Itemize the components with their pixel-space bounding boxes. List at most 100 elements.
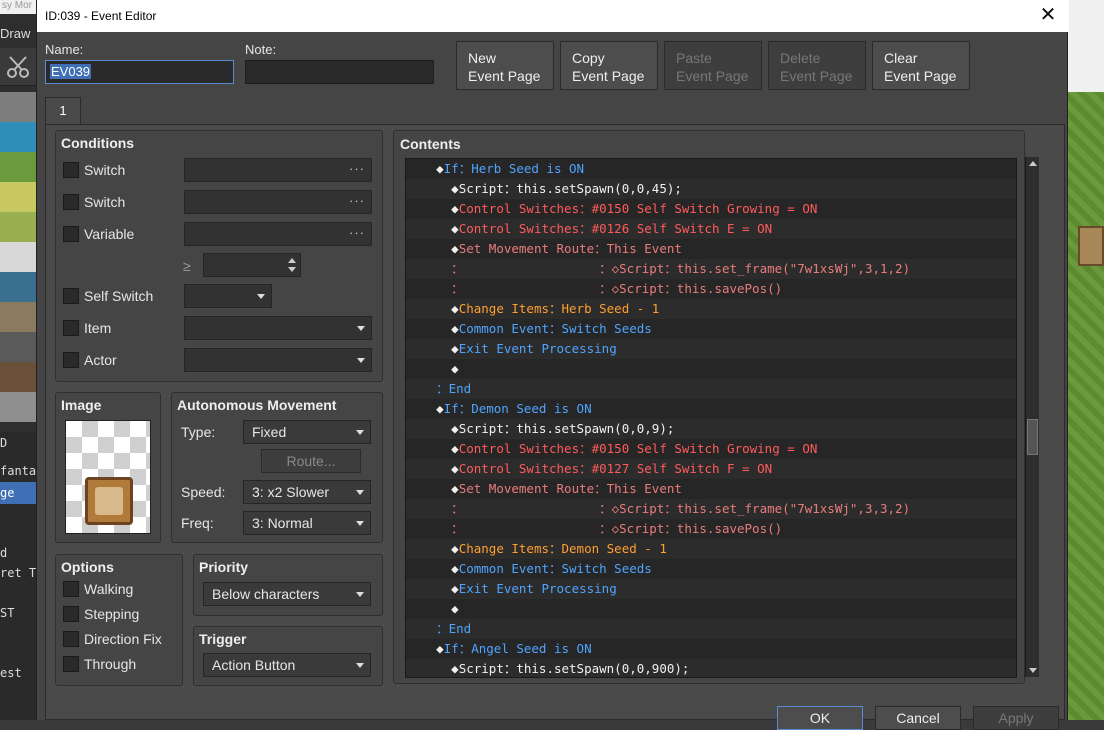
scissors-icon[interactable] [4, 53, 32, 81]
tileset-tile[interactable] [0, 212, 36, 242]
command-line[interactable]: ： ：◇Script：this.set_frame("7w1xsWj",3,1,… [406, 259, 1016, 279]
switch1-checkbox[interactable] [63, 162, 79, 178]
copy-event-page-button[interactable]: Copy Event Page [560, 41, 658, 90]
chevron-down-icon [356, 663, 364, 668]
switch2-checkbox[interactable] [63, 194, 79, 210]
item-checkbox[interactable] [63, 320, 79, 336]
command-line[interactable]: ： ：◇Script：this.savePos() [406, 519, 1016, 539]
command-bullet-icon: ◆ [451, 441, 459, 456]
delete-event-page-button[interactable]: Delete Event Page [768, 41, 866, 90]
tab-page-1[interactable]: 1 [45, 97, 81, 125]
map-list-item[interactable]: ge [0, 482, 36, 504]
planter-sprite [85, 477, 133, 525]
command-line[interactable]: ◆ [406, 599, 1016, 619]
map-list-item[interactable]: fanta [0, 460, 36, 482]
variable-checkbox[interactable] [63, 226, 79, 242]
actor-checkbox[interactable] [63, 352, 79, 368]
command-line[interactable]: ◆Common Event：Switch Seeds [406, 559, 1016, 579]
command-text: Control Switches：#0126 Self Switch E = O… [458, 221, 773, 236]
note-input[interactable] [245, 60, 434, 84]
item-dropdown[interactable] [184, 316, 372, 340]
direction-fix-checkbox[interactable] [63, 631, 79, 647]
new-event-page-button[interactable]: New Event Page [456, 41, 554, 90]
self-switch-checkbox[interactable] [63, 288, 79, 304]
command-line[interactable]: ◆Script：this.setSpawn(0,0,9); [406, 419, 1016, 439]
command-line[interactable]: ◆If：Demon Seed is ON [406, 399, 1016, 419]
ellipsis-icon: ··· [349, 193, 365, 208]
priority-dropdown[interactable]: Below characters [203, 582, 371, 606]
command-line[interactable]: ◆Script：this.setSpawn(0,0,45); [406, 179, 1016, 199]
map-list-item[interactable]: D [0, 432, 36, 454]
command-line[interactable]: ◆Exit Event Processing [406, 579, 1016, 599]
command-line[interactable]: ： ：◇Script：this.set_frame("7w1xsWj",3,3,… [406, 499, 1016, 519]
spin-up-icon[interactable] [288, 258, 296, 263]
tileset-tile[interactable] [0, 92, 36, 122]
tileset-tile[interactable] [0, 392, 36, 422]
tileset-tile[interactable] [0, 122, 36, 152]
direction-fix-label: Direction Fix [84, 631, 162, 647]
scrollbar-thumb[interactable] [1027, 419, 1038, 455]
command-line[interactable]: ◆Change Items：Demon Seed - 1 [406, 539, 1016, 559]
spin-down-icon[interactable] [288, 267, 296, 272]
map-list-item[interactable]: ret T [0, 562, 36, 584]
command-line[interactable]: ◆Control Switches：#0126 Self Switch E = … [406, 219, 1016, 239]
tileset-tile[interactable] [0, 302, 36, 332]
map-grass[interactable] [1068, 92, 1104, 720]
freq-dropdown[interactable]: 3: Normal [243, 511, 371, 535]
draw-menu[interactable]: Draw [0, 26, 30, 41]
paste-event-page-button[interactable]: Paste Event Page [664, 41, 762, 90]
command-line[interactable]: ◆Script：this.setSpawn(0,0,900); [406, 659, 1016, 677]
background-toolbar [0, 48, 36, 86]
close-icon[interactable]: ✕ [1037, 3, 1059, 27]
command-line[interactable]: ◆Control Switches：#0150 Self Switch Grow… [406, 439, 1016, 459]
name-input[interactable]: EV039 [45, 60, 234, 84]
map-list-item[interactable]: ST [0, 602, 36, 624]
event-image-preview[interactable] [65, 420, 151, 534]
ok-button[interactable]: OK [777, 706, 863, 730]
tileset-tile[interactable] [0, 152, 36, 182]
command-line[interactable]: ： ：◇Script：this.savePos() [406, 279, 1016, 299]
self-switch-dropdown[interactable] [184, 284, 272, 308]
tileset-tile[interactable] [0, 182, 36, 212]
command-line[interactable]: ◆Set Movement Route：This Event [406, 479, 1016, 499]
contents-scrollbar[interactable] [1025, 157, 1039, 677]
map-list-item[interactable]: est [0, 662, 36, 684]
tileset-tile[interactable] [0, 272, 36, 302]
background-map-view [1068, 0, 1104, 720]
apply-button[interactable]: Apply [973, 706, 1059, 730]
command-line[interactable]: ：End [406, 379, 1016, 399]
command-list[interactable]: ◆If：Herb Seed is ON ◆Script：this.setSpaw… [405, 158, 1017, 678]
scroll-down-icon[interactable] [1029, 668, 1037, 673]
switch1-selector[interactable]: ··· [184, 158, 372, 182]
command-line[interactable]: ：End [406, 619, 1016, 639]
command-line[interactable]: ◆If：Herb Seed is ON [406, 159, 1016, 179]
walking-checkbox[interactable] [63, 581, 79, 597]
cancel-button[interactable]: Cancel [875, 706, 961, 730]
actor-dropdown[interactable] [184, 348, 372, 372]
command-line[interactable]: ◆Control Switches：#0150 Self Switch Grow… [406, 199, 1016, 219]
route-button[interactable]: Route... [261, 449, 361, 473]
through-checkbox[interactable] [63, 656, 79, 672]
map-event-sprite[interactable] [1078, 226, 1104, 266]
scroll-up-icon[interactable] [1029, 161, 1037, 166]
command-line[interactable]: ◆If：Angel Seed is ON [406, 639, 1016, 659]
switch2-selector[interactable]: ··· [184, 190, 372, 214]
command-line[interactable]: ◆Common Event：Switch Seeds [406, 319, 1016, 339]
variable-selector[interactable]: ··· [184, 222, 372, 246]
tileset-tile[interactable] [0, 332, 36, 362]
command-line[interactable]: ◆Exit Event Processing [406, 339, 1016, 359]
clear-event-page-button[interactable]: Clear Event Page [872, 41, 970, 90]
tileset-tile[interactable] [0, 362, 36, 392]
command-line[interactable]: ◆Set Movement Route：This Event [406, 239, 1016, 259]
tileset-tile[interactable] [0, 242, 36, 272]
command-text: Set Movement Route：This Event [458, 241, 682, 256]
command-line[interactable]: ◆Control Switches：#0127 Self Switch F = … [406, 459, 1016, 479]
map-list-item[interactable]: d [0, 542, 36, 564]
variable-value-stepper[interactable] [203, 253, 301, 277]
trigger-dropdown[interactable]: Action Button [203, 653, 371, 677]
movement-type-dropdown[interactable]: Fixed [243, 420, 371, 444]
speed-dropdown[interactable]: 3: x2 Slower [243, 480, 371, 504]
command-line[interactable]: ◆ [406, 359, 1016, 379]
stepping-checkbox[interactable] [63, 606, 79, 622]
command-line[interactable]: ◆Change Items：Herb Seed - 1 [406, 299, 1016, 319]
